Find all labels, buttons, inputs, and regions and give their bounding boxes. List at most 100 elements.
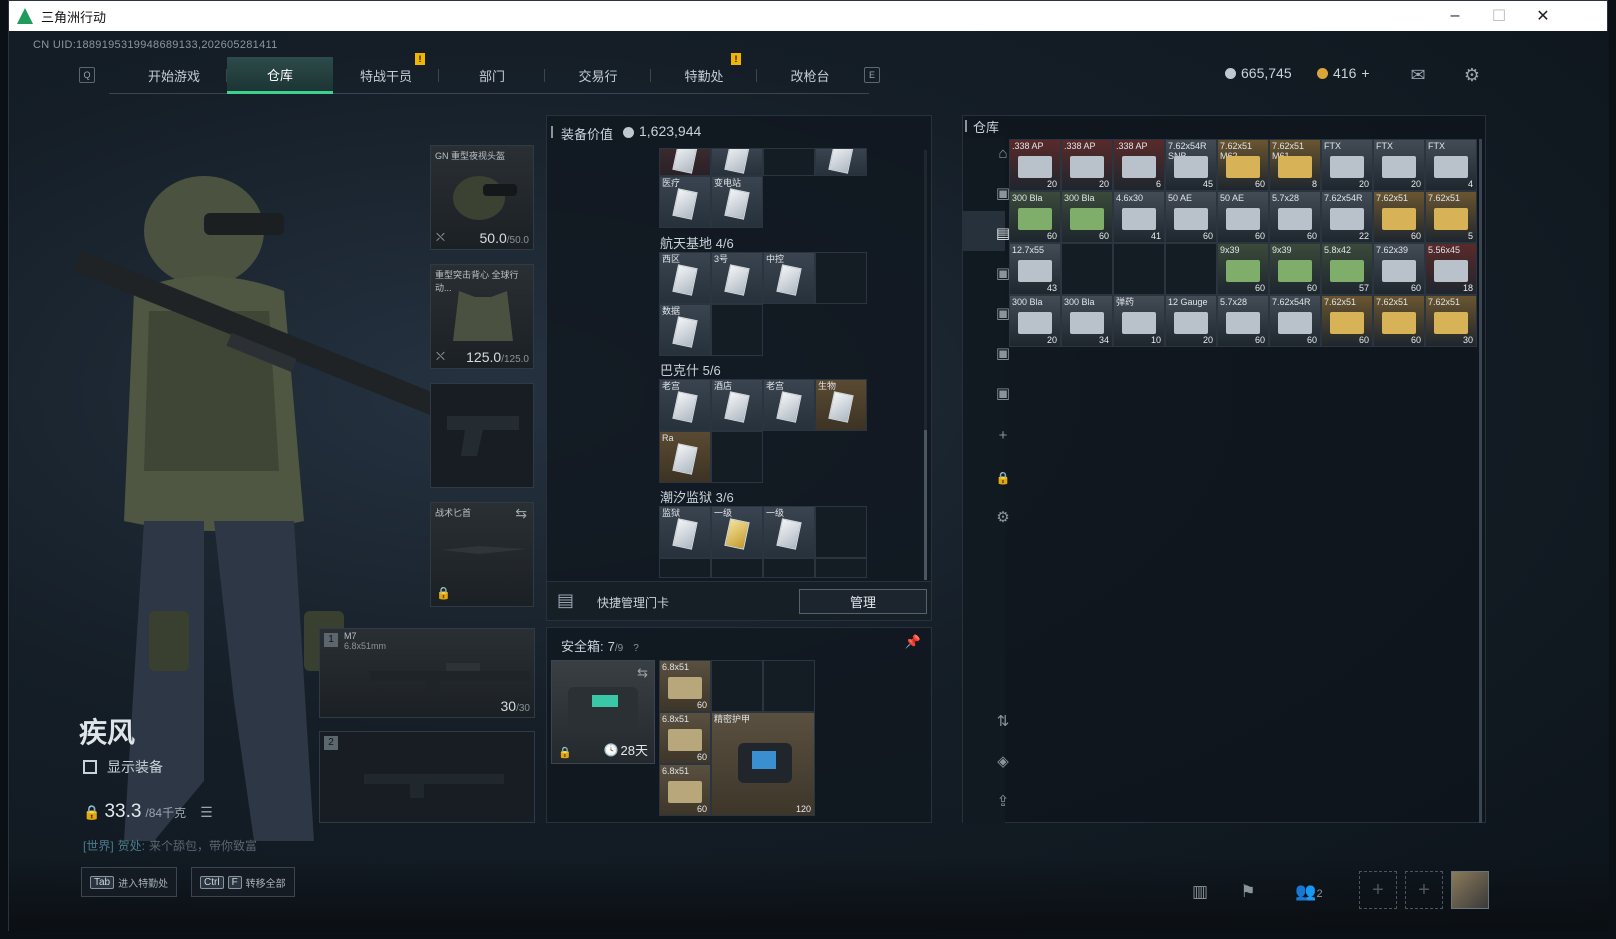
tab-gunsmith[interactable]: 改枪台	[757, 57, 863, 94]
manage-keycards-button[interactable]: 管理	[799, 589, 927, 614]
keycard-slot[interactable]: 西区	[659, 252, 711, 304]
ammo-slot[interactable]: 5.8x42 57	[1321, 243, 1373, 295]
transfer-icon[interactable]: ⇪	[991, 791, 1015, 813]
ammo-slot[interactable]: 6.8x51 60	[659, 660, 711, 712]
squad-icon[interactable]: 👥2	[1289, 879, 1329, 905]
flag-icon[interactable]: ⚑	[1235, 879, 1261, 905]
list-icon[interactable]: ☰	[200, 804, 213, 821]
scrollbar[interactable]	[924, 150, 927, 580]
keycard-slot[interactable]: 老宫	[659, 379, 711, 431]
close-button[interactable]: ✕	[1521, 1, 1565, 31]
keycard-slot[interactable]: 监狱	[659, 506, 711, 558]
ammo-slot[interactable]: 7.62x51 M618	[1269, 139, 1321, 191]
ammo-slot[interactable]: 7.62x51 M6260	[1217, 139, 1269, 191]
tab-warehouse[interactable]: 仓库	[227, 57, 333, 94]
ammo-slot[interactable]: 7.62x51 5	[1425, 191, 1477, 243]
ammo-slot[interactable]: 9x39 60	[1217, 243, 1269, 295]
keycard-slot[interactable]: Ra	[659, 431, 711, 483]
ammo-slot[interactable]: 7.62x51 30	[1425, 295, 1477, 347]
settings-gear-icon[interactable]: ⚙	[1461, 65, 1483, 85]
empty-slot[interactable]	[815, 558, 867, 578]
armor-plate-slot[interactable]: 精密护甲 120	[711, 712, 815, 816]
world-chat-line[interactable]: [世界] 贺处: 来个舔包，带你致富	[83, 837, 257, 854]
minimize-button[interactable]: –	[1433, 1, 1477, 31]
tab-special-ops[interactable]: 特勤处	[651, 57, 757, 94]
ammo-slot[interactable]: FTX 4	[1425, 139, 1477, 191]
armor-slot[interactable]: 重型突击背心 全球行动... ⛌ 125.0/125.0	[430, 264, 534, 369]
tab-start-game[interactable]: 开始游戏	[121, 57, 227, 94]
empty-slot[interactable]	[711, 660, 763, 712]
ammo-slot[interactable]: 7.62x51 60	[1321, 295, 1373, 347]
pin-icon[interactable]: 📌	[905, 634, 921, 650]
empty-slot[interactable]	[763, 660, 815, 712]
warehouse-settings-icon[interactable]: ⚙	[991, 507, 1015, 529]
safebox-help-icon[interactable]: ?	[633, 643, 639, 654]
safebox-slot[interactable]: ⇆ 🔒 🕓 28天	[551, 660, 655, 764]
empty-slot[interactable]	[711, 304, 763, 356]
melee-slot[interactable]: 战术匕首 ⇆ 🔒	[430, 502, 534, 607]
show-gear-toggle[interactable]: 显示装备	[83, 757, 163, 777]
swap-icon[interactable]: ⇆	[515, 505, 527, 522]
ammo-slot[interactable]: 12.7x55 43	[1009, 243, 1061, 295]
ammo-slot[interactable]: .338 AP 6	[1113, 139, 1165, 191]
maximize-button[interactable]: ☐	[1477, 1, 1521, 31]
empty-slot[interactable]	[1165, 243, 1217, 295]
ammo-slot[interactable]: .338 AP 20	[1009, 139, 1061, 191]
keycard-slot[interactable]: 老宫	[763, 379, 815, 431]
ammo-slot[interactable]: 300 Bla 60	[1009, 191, 1061, 243]
keycard-slot[interactable]	[659, 148, 711, 176]
keycard-slot[interactable]: 生物	[815, 379, 867, 431]
gold-balance[interactable]: 416 +	[1317, 65, 1370, 81]
keycard-slot[interactable]	[815, 148, 867, 176]
ammo-slot[interactable]: 50 AE 60	[1165, 191, 1217, 243]
ammo-slot[interactable]: 5.7x28 60	[1217, 295, 1269, 347]
ammo-slot[interactable]: 7.62x54R 22	[1321, 191, 1373, 243]
add-gold-button[interactable]: +	[1361, 65, 1369, 81]
nav-key-left[interactable]: Q	[79, 67, 95, 83]
warehouse-tab-6-icon[interactable]: ▣	[991, 383, 1015, 405]
keycard-slot[interactable]: 3号	[711, 252, 763, 304]
helmet-slot[interactable]: GN 重型夜视头盔 ⛌ 50.0/50.0	[430, 145, 534, 250]
primary-weapon-slot[interactable]: 1 M7 6.8x51mm 30/30	[319, 628, 535, 718]
ammo-slot[interactable]: 弹药 10	[1113, 295, 1165, 347]
empty-slot[interactable]	[763, 558, 815, 578]
ammo-slot[interactable]: 300 Bla 60	[1061, 191, 1113, 243]
tab-department[interactable]: 部门	[439, 57, 545, 94]
ammo-slot[interactable]: 4.6x30 41	[1113, 191, 1165, 243]
ammo-slot[interactable]: 5.56x45 18	[1425, 243, 1477, 295]
keycard-slot[interactable]: 医疗	[659, 176, 711, 228]
empty-slot[interactable]	[659, 558, 711, 578]
ammo-slot[interactable]: 7.62x51 60	[1373, 295, 1425, 347]
ammo-slot[interactable]: FTX 20	[1321, 139, 1373, 191]
ammo-slot[interactable]: 7.62x54R SNB45	[1165, 139, 1217, 191]
ammo-slot[interactable]: .338 AP 20	[1061, 139, 1113, 191]
ammo-slot[interactable]: 5.7x28 60	[1269, 191, 1321, 243]
ammo-slot[interactable]: 7.62x39 60	[1373, 243, 1425, 295]
empty-slot[interactable]	[711, 558, 763, 578]
warehouse-scrollbar[interactable]	[1479, 139, 1482, 823]
layers-icon[interactable]: ◈	[991, 751, 1015, 773]
empty-slot[interactable]	[763, 148, 815, 176]
keycard-slot[interactable]: 中控	[763, 252, 815, 304]
pistol-slot[interactable]	[430, 383, 534, 488]
empty-slot[interactable]	[815, 252, 867, 304]
transfer-all-hint[interactable]: Ctrl F 转移全部	[191, 867, 295, 897]
empty-slot[interactable]	[1113, 243, 1165, 295]
keycard-slot[interactable]: 一级	[711, 506, 763, 558]
mail-icon[interactable]: ✉	[1407, 65, 1429, 85]
empty-slot[interactable]	[1061, 243, 1113, 295]
invite-slot-1[interactable]: +	[1359, 871, 1397, 909]
show-gear-checkbox[interactable]	[83, 760, 97, 774]
ammo-slot[interactable]: 7.62x51 60	[1373, 191, 1425, 243]
scrollbar-thumb[interactable]	[924, 430, 927, 580]
swap-icon[interactable]: ⇆	[637, 665, 648, 681]
stats-chart-icon[interactable]: ▥	[1187, 879, 1213, 905]
ammo-slot[interactable]: 300 Bla 34	[1061, 295, 1113, 347]
empty-slot[interactable]	[815, 506, 867, 558]
ammo-slot[interactable]: 6.8x51 60	[659, 764, 711, 816]
add-tab-icon[interactable]: +	[991, 425, 1015, 447]
keycard-slot[interactable]: 变电站	[711, 176, 763, 228]
ammo-slot[interactable]: 7.62x54R 60	[1269, 295, 1321, 347]
secondary-weapon-slot[interactable]: 2	[319, 731, 535, 823]
lock-tab-icon[interactable]: 🔒	[991, 467, 1015, 489]
